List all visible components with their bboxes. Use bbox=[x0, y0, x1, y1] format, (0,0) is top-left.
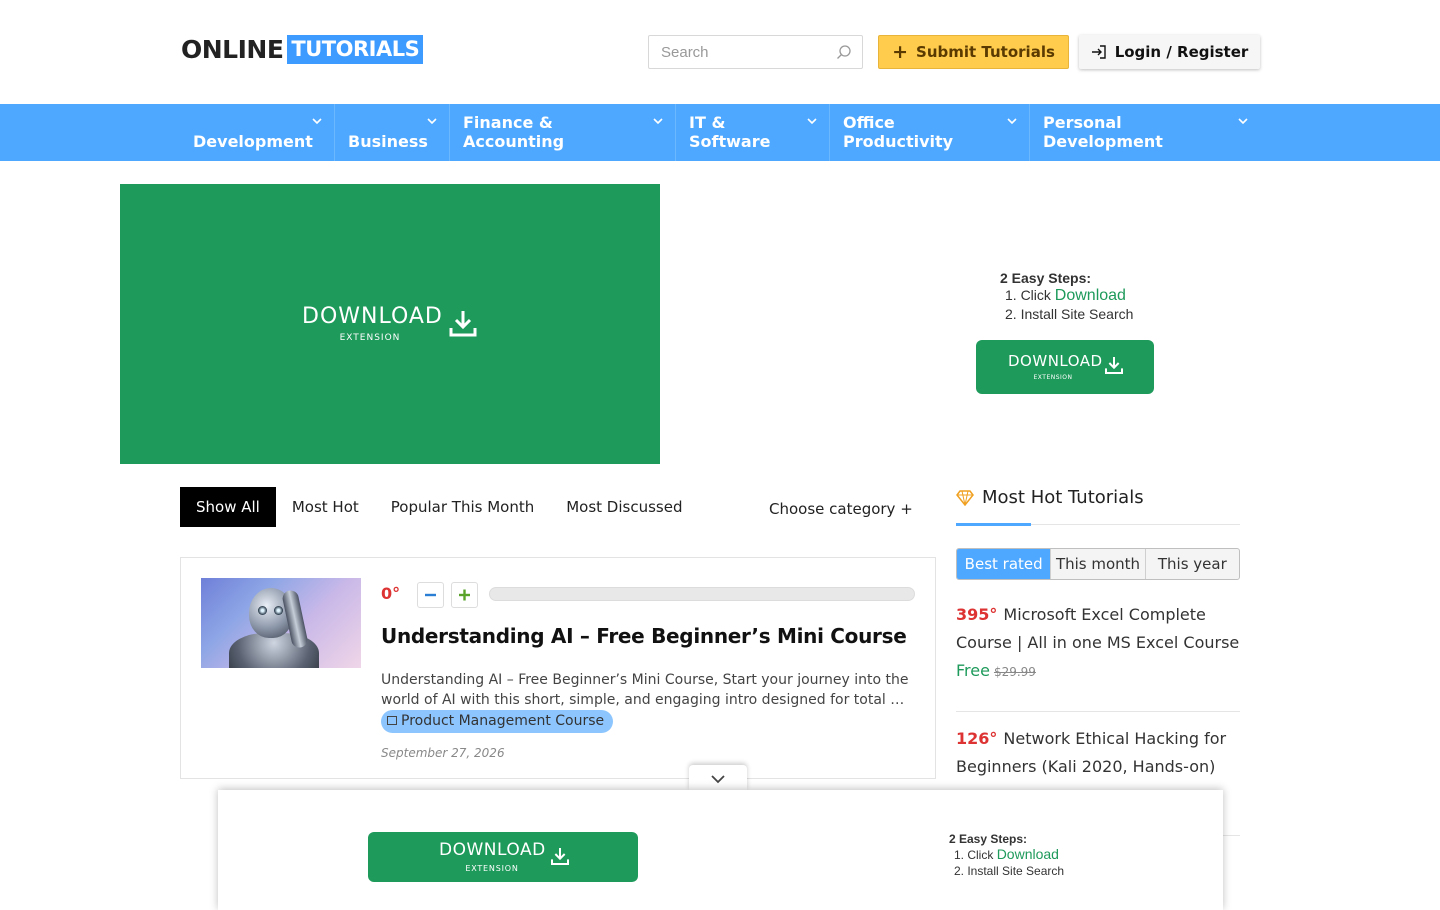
hot-item-score: 126° bbox=[956, 729, 998, 748]
post-excerpt-text: Understanding AI – Free Beginner’s Mini … bbox=[381, 672, 909, 708]
nav-item-it-software[interactable]: IT & Software bbox=[676, 104, 830, 161]
hot-level-bar bbox=[489, 587, 915, 601]
sticky-extension-label: EXTENSION bbox=[465, 864, 519, 873]
nav-item-development[interactable]: Development bbox=[180, 104, 335, 161]
sticky-step-1-download-link[interactable]: Download bbox=[997, 846, 1059, 862]
chevron-down-icon bbox=[711, 775, 725, 784]
plus-icon bbox=[459, 589, 470, 601]
step-2: 2. Install Site Search bbox=[1005, 306, 1134, 322]
nav-item-label: Development bbox=[193, 132, 313, 151]
chevron-down-icon bbox=[653, 118, 663, 125]
sticky-easy-steps: 2 Easy Steps: 1. Click Download 2. Insta… bbox=[949, 832, 1064, 879]
diamond-icon bbox=[956, 489, 974, 506]
category-icon bbox=[387, 716, 397, 725]
post-date: September 27, 2026 bbox=[381, 746, 505, 760]
nav-item-business[interactable]: Business bbox=[335, 104, 450, 161]
post-score: 0° bbox=[381, 584, 401, 603]
filter-tabs: Show All Most Hot Popular This Month Mos… bbox=[180, 487, 698, 527]
hot-list-divider bbox=[956, 711, 1240, 712]
hot-item-title[interactable]: Microsoft Excel Complete Course | All in… bbox=[956, 605, 1239, 652]
vote-up-button[interactable] bbox=[451, 582, 478, 608]
download-icon bbox=[551, 848, 569, 865]
nav-item-personal-development[interactable]: Personal Development bbox=[1030, 104, 1260, 161]
tab-most-hot[interactable]: Most Hot bbox=[276, 487, 375, 527]
chevron-down-icon bbox=[427, 118, 437, 125]
login-icon bbox=[1091, 45, 1106, 59]
category-tag[interactable]: Product Management Course bbox=[381, 710, 614, 733]
nav-item-label: Office Productivity bbox=[843, 113, 954, 151]
chevron-down-icon bbox=[1238, 118, 1248, 125]
banner-download-text: DOWNLOAD EXTENSION bbox=[302, 304, 477, 343]
hot-item-price: Free bbox=[956, 661, 990, 680]
banner-download-label: DOWNLOAD bbox=[302, 304, 443, 329]
site-header: ONLINE TUTORIALS + Submit Tutorials Logi… bbox=[0, 0, 1440, 104]
sticky-steps-heading: 2 Easy Steps: bbox=[949, 832, 1028, 846]
nav-item-label: IT & Software bbox=[689, 113, 771, 151]
step-1-download-link[interactable]: Download bbox=[1055, 287, 1126, 304]
hot-item-score: 395° bbox=[956, 605, 998, 624]
post-excerpt: Understanding AI – Free Beginner’s Mini … bbox=[381, 670, 917, 733]
tab-popular-this-month[interactable]: Popular This Month bbox=[375, 487, 550, 527]
sidebar-divider-accent bbox=[956, 523, 1031, 526]
download-extension-banner[interactable]: DOWNLOAD EXTENSION bbox=[120, 184, 660, 464]
nav-item-office-productivity[interactable]: Office Productivity bbox=[830, 104, 1030, 161]
download-button-label: DOWNLOAD bbox=[1008, 352, 1103, 370]
sticky-step-2: 2. Install Site Search bbox=[954, 864, 1065, 878]
category-label: Product Management Course bbox=[401, 713, 605, 729]
banner-extension-label: EXTENSION bbox=[339, 333, 401, 343]
nav-item-label: Personal Development bbox=[1043, 113, 1163, 151]
download-icon bbox=[449, 311, 477, 337]
logo-text-tutorials: TUTORIALS bbox=[287, 34, 424, 64]
download-button-sub: EXTENSION bbox=[1033, 374, 1073, 381]
submit-tutorials-label: Submit Tutorials bbox=[916, 43, 1055, 61]
search-box bbox=[648, 35, 863, 69]
submit-tutorials-button[interactable]: + Submit Tutorials bbox=[878, 35, 1069, 69]
tab-this-month[interactable]: This month bbox=[1051, 549, 1146, 579]
hot-list-item[interactable]: 395° Microsoft Excel Complete Course | Al… bbox=[956, 601, 1240, 686]
post-card: 0° Understanding AI – Free Beginner’s Mi… bbox=[180, 557, 936, 779]
hot-item-old-price: $29.99 bbox=[993, 665, 1036, 679]
chevron-down-icon bbox=[1007, 118, 1017, 125]
sticky-bar-toggle[interactable] bbox=[689, 765, 747, 791]
main-nav: Development Business Finance & Accountin… bbox=[0, 104, 1440, 161]
login-register-button[interactable]: Login / Register bbox=[1079, 35, 1260, 69]
tab-show-all[interactable]: Show All bbox=[180, 487, 276, 527]
nav-item-label: Finance & Accounting bbox=[463, 113, 565, 151]
chevron-down-icon bbox=[312, 118, 322, 125]
choose-category-dropdown[interactable]: Choose category + bbox=[769, 500, 913, 518]
sticky-step-1-prefix: 1. Click bbox=[954, 848, 997, 862]
plus-icon: + bbox=[892, 41, 909, 63]
step-1-prefix: 1. Click bbox=[1005, 287, 1055, 303]
hot-list-item[interactable]: 126° Network Ethical Hacking for Beginner… bbox=[956, 725, 1240, 781]
post-title[interactable]: Understanding AI – Free Beginner’s Mini … bbox=[381, 624, 907, 648]
chevron-down-icon bbox=[807, 118, 817, 125]
site-logo[interactable]: ONLINE TUTORIALS bbox=[181, 34, 424, 64]
sticky-download-bar: DOWNLOAD EXTENSION 2 Easy Steps: 1. Clic… bbox=[218, 790, 1223, 910]
robot-eye-shape bbox=[274, 606, 283, 615]
sidebar-tabs: Best rated This month This year bbox=[956, 548, 1240, 580]
minus-icon bbox=[425, 593, 436, 597]
sidebar-heading: Most Hot Tutorials bbox=[956, 487, 1144, 508]
steps-heading: 2 Easy Steps: bbox=[1000, 270, 1092, 286]
nav-item-label: Business bbox=[348, 132, 428, 151]
post-thumbnail[interactable] bbox=[201, 578, 361, 668]
vote-down-button[interactable] bbox=[417, 582, 444, 608]
step-1: 1. Click Download bbox=[1005, 286, 1133, 305]
sidebar-title: Most Hot Tutorials bbox=[982, 487, 1144, 508]
search-icon[interactable] bbox=[836, 44, 852, 60]
easy-steps: 2 Easy Steps: 1. Click Download 2. Insta… bbox=[1000, 270, 1133, 324]
nav-item-finance-accounting[interactable]: Finance & Accounting bbox=[450, 104, 676, 161]
tab-this-year[interactable]: This year bbox=[1146, 549, 1239, 579]
search-input[interactable] bbox=[661, 36, 831, 68]
download-extension-button[interactable]: DOWNLOAD EXTENSION bbox=[976, 340, 1154, 394]
logo-text-online: ONLINE bbox=[181, 34, 284, 64]
sticky-step-1: 1. Click Download bbox=[954, 846, 1064, 863]
download-icon bbox=[1105, 357, 1123, 374]
sticky-download-label: DOWNLOAD bbox=[439, 840, 546, 860]
tab-most-discussed[interactable]: Most Discussed bbox=[550, 487, 698, 527]
login-register-label: Login / Register bbox=[1114, 43, 1249, 61]
sticky-download-button[interactable]: DOWNLOAD EXTENSION bbox=[368, 832, 638, 882]
tab-best-rated[interactable]: Best rated bbox=[957, 549, 1052, 579]
robot-eye-shape bbox=[258, 606, 267, 615]
